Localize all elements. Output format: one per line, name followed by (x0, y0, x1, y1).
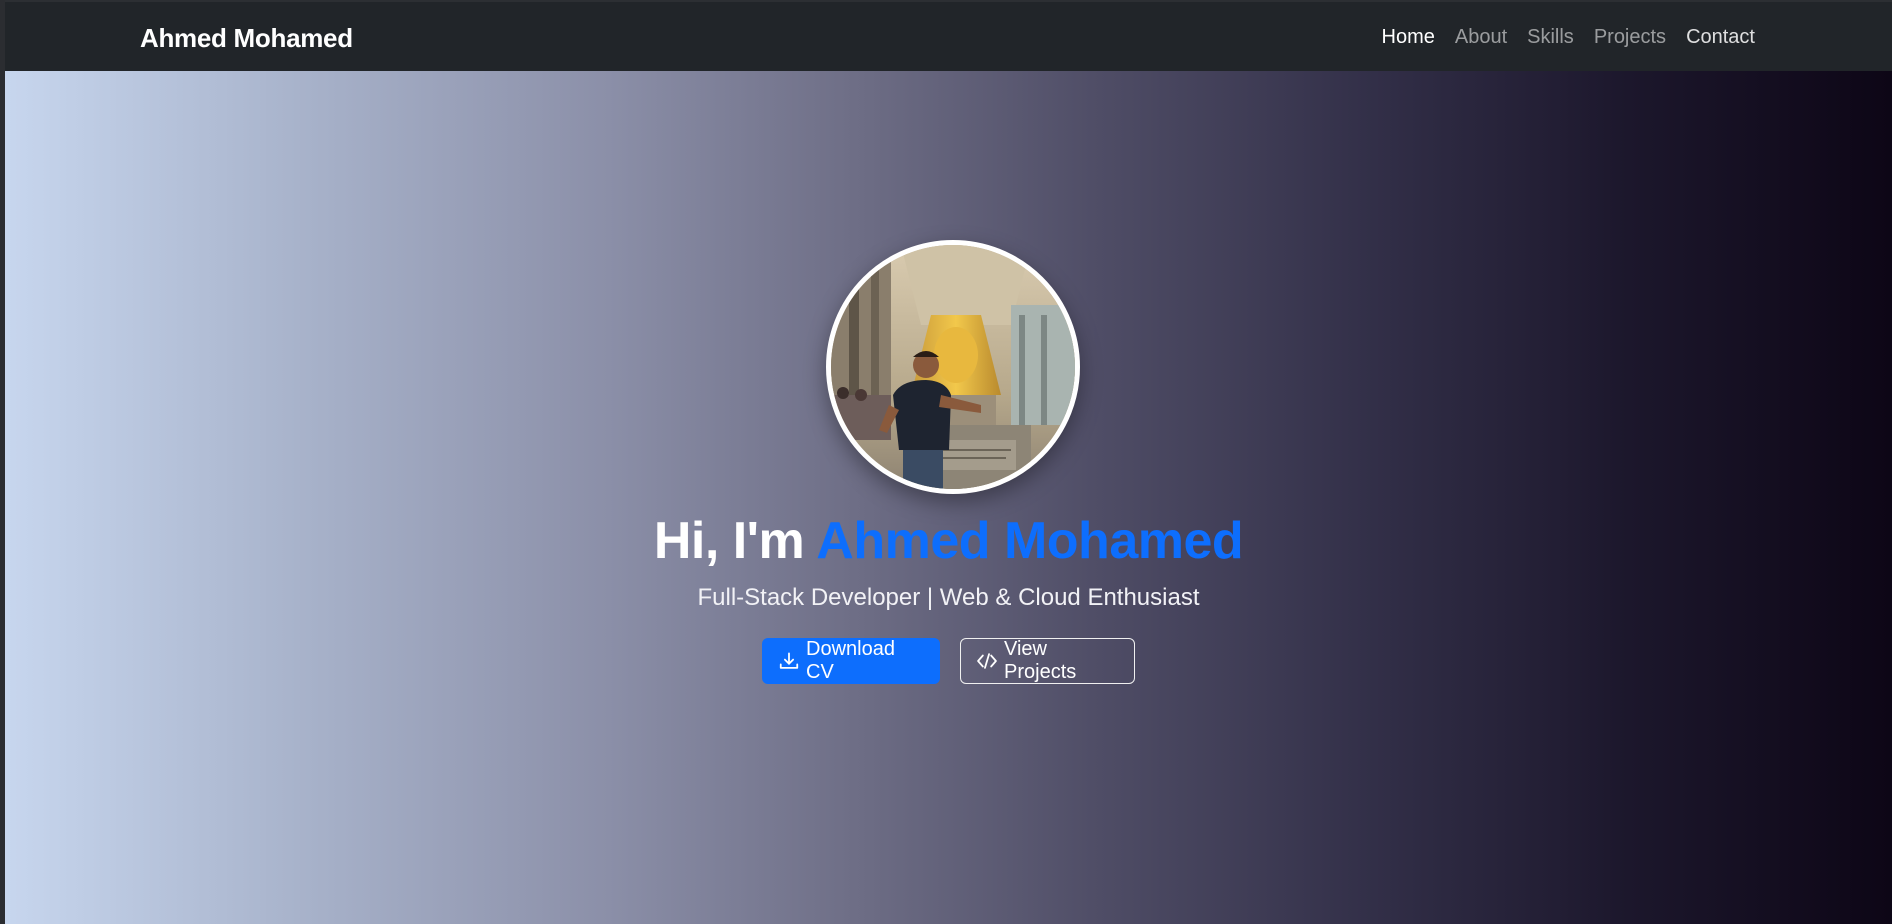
nav-link-contact[interactable]: Contact (1686, 26, 1755, 49)
brand-logo[interactable]: Ahmed Mohamed (140, 23, 353, 54)
nav-link-about[interactable]: About (1455, 26, 1507, 49)
nav-links: Home About Skills Projects Contact (1382, 26, 1755, 49)
hero-greeting: Hi, I'm (653, 512, 817, 570)
profile-photo-illustration (831, 245, 1075, 489)
view-projects-button[interactable]: View Projects (960, 638, 1135, 684)
nav-link-home[interactable]: Home (1382, 26, 1435, 49)
nav-link-skills[interactable]: Skills (1527, 26, 1574, 49)
view-projects-label: View Projects (1004, 638, 1077, 683)
download-cv-button[interactable]: Download CV (762, 638, 940, 684)
download-cv-label: Download CV (806, 638, 895, 683)
hero-headline: Hi, I'm Ahmed Mohamed (5, 511, 1892, 571)
hero-subtitle: Full-Stack Developer | Web & Cloud Enthu… (697, 584, 1200, 611)
hero-name: Ahmed Mohamed (816, 512, 1244, 570)
profile-photo (826, 240, 1080, 494)
nav-link-projects[interactable]: Projects (1594, 26, 1666, 49)
browser-viewport: Ahmed Mohamed Home About Skills Projects… (5, 0, 1892, 924)
download-icon (779, 652, 799, 669)
hero-buttons: Download CV View Projects (5, 638, 1892, 684)
code-icon (977, 653, 997, 669)
navbar: Ahmed Mohamed Home About Skills Projects… (5, 0, 1892, 71)
hero-section: Hi, I'm Ahmed Mohamed Full-Stack Develop… (5, 71, 1892, 924)
